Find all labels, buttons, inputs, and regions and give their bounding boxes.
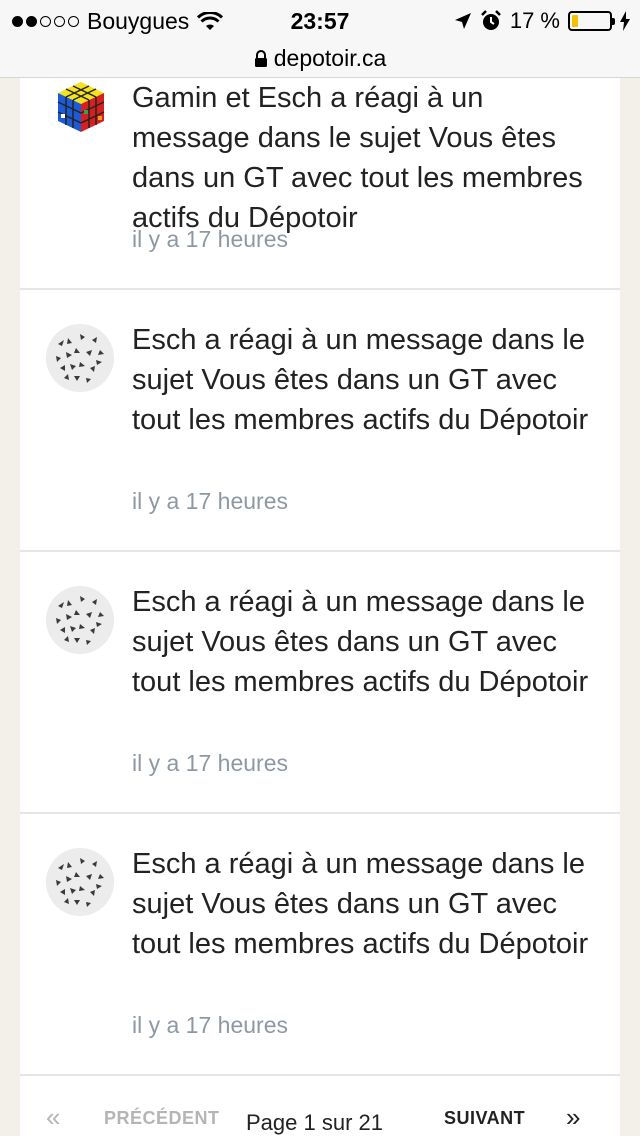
location-arrow-icon bbox=[454, 13, 471, 29]
next-arrow-icon[interactable]: » bbox=[566, 1102, 580, 1133]
notification-item[interactable]: Esch a réagi à un message dans le sujet … bbox=[20, 814, 620, 1076]
notification-message: Esch a réagi à un message dans le sujet … bbox=[132, 848, 589, 960]
battery-percent: 17 % bbox=[509, 8, 560, 33]
charging-bolt-icon bbox=[620, 11, 630, 31]
url-bar[interactable]: depotoir.ca bbox=[0, 40, 640, 78]
previous-button[interactable]: PRÉCÉDENT bbox=[104, 1108, 220, 1129]
next-button[interactable]: SUIVANT bbox=[444, 1108, 525, 1129]
notification-item[interactable]: Esch a réagi à un message dans le sujet … bbox=[20, 290, 620, 552]
page-indicator: Page 1 sur 21 bbox=[246, 1110, 383, 1135]
notification-message: Esch a réagi à un message dans le sujet … bbox=[132, 586, 589, 698]
rubiks-cube-avatar bbox=[57, 82, 105, 132]
notification-item[interactable]: Gamin et Esch a réagi à un message dans … bbox=[20, 78, 620, 290]
lock-icon bbox=[254, 49, 267, 67]
user-avatar bbox=[46, 848, 114, 916]
user-avatar bbox=[46, 586, 114, 654]
pagination: « PRÉCÉDENT Page 1 sur 21 SUIVANT » bbox=[20, 1078, 620, 1136]
status-right: 17 % bbox=[454, 8, 630, 34]
battery-icon bbox=[568, 11, 615, 31]
notification-item[interactable]: Esch a réagi à un message dans le sujet … bbox=[20, 552, 620, 814]
alarm-clock-icon bbox=[480, 10, 501, 30]
url-domain: depotoir.ca bbox=[273, 45, 387, 71]
user-avatar bbox=[46, 324, 114, 392]
notification-list: Gamin et Esch a réagi à un message dans … bbox=[20, 78, 620, 1136]
notification-message: Esch a réagi à un message dans le sujet … bbox=[132, 324, 589, 436]
status-bar: Bouygues 23:57 17 % bbox=[0, 0, 640, 40]
notification-time: il y a 17 heures bbox=[132, 226, 288, 252]
notification-time: il y a 17 heures bbox=[132, 750, 288, 776]
notification-message: Gamin et Esch a réagi à un message dans … bbox=[132, 82, 583, 234]
notification-time: il y a 17 heures bbox=[132, 1012, 288, 1038]
previous-arrow-icon[interactable]: « bbox=[46, 1102, 60, 1133]
notification-time: il y a 17 heures bbox=[132, 488, 288, 514]
